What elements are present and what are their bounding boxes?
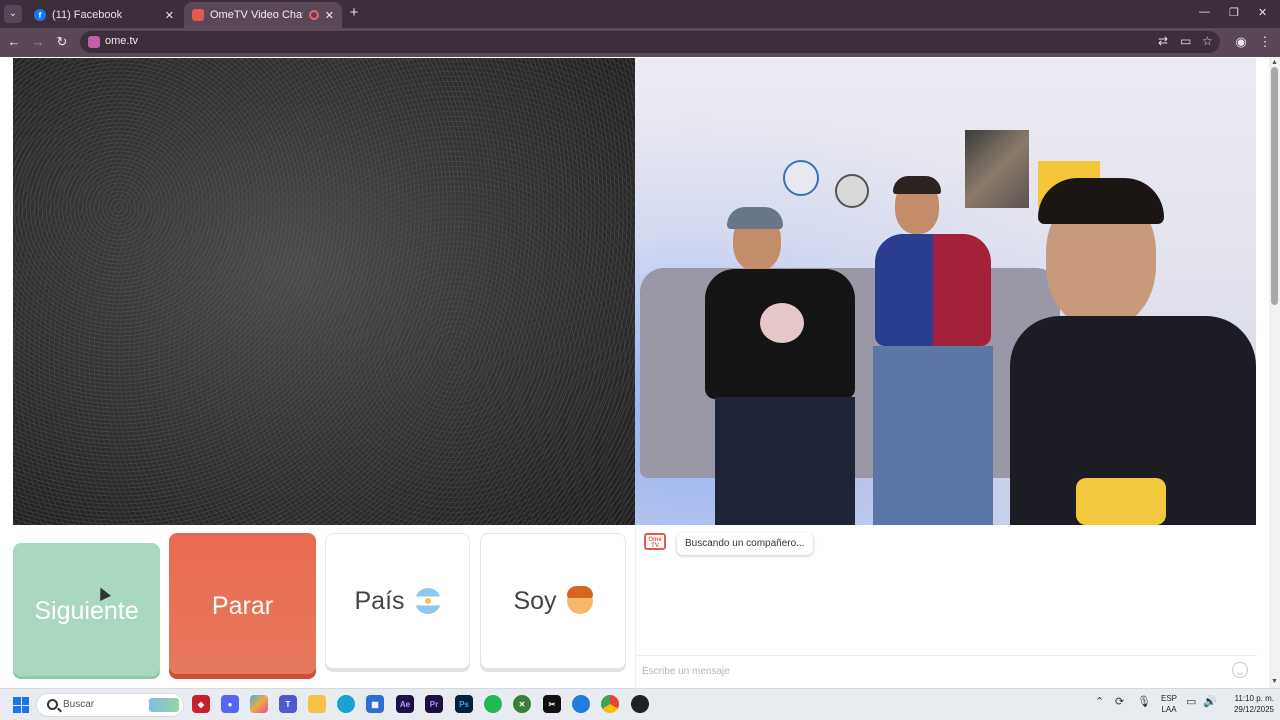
tab-search-chevron-icon[interactable]: ⌄ bbox=[4, 5, 22, 23]
close-tab-icon[interactable]: ✕ bbox=[165, 9, 174, 22]
teams-icon[interactable]: T bbox=[279, 695, 297, 713]
scroll-down-icon[interactable]: ▼ bbox=[1271, 678, 1278, 686]
tab-ometv[interactable]: OmeTV Video Chat — Ome ✕ bbox=[184, 2, 342, 28]
static-noise bbox=[13, 58, 635, 525]
cast-icon[interactable]: ▭ bbox=[1180, 34, 1191, 48]
browser-tab-bar: ⌄ f (11) Facebook ✕ OmeTV Video Chat — O… bbox=[0, 0, 1280, 28]
xbox-icon[interactable]: ✕ bbox=[513, 695, 531, 713]
address-url: ome.tv bbox=[105, 35, 139, 47]
soccer-ball bbox=[835, 174, 869, 208]
partner-video bbox=[13, 58, 635, 525]
message-input[interactable] bbox=[642, 660, 1222, 682]
translate-icon[interactable]: ⇄ bbox=[1158, 34, 1168, 48]
boy-face-icon bbox=[566, 586, 593, 614]
recording-indicator-icon bbox=[308, 10, 319, 20]
capcut-icon[interactable]: ✂ bbox=[543, 695, 561, 713]
forward-arrow-icon[interactable]: → bbox=[30, 34, 46, 50]
edge-icon[interactable] bbox=[337, 695, 355, 713]
sync-icon[interactable]: ⟳ bbox=[1115, 695, 1124, 708]
clock-date: 29/12/2025 bbox=[1233, 705, 1274, 714]
ometv-logo-icon: Ome TV bbox=[644, 533, 666, 550]
tab-facebook[interactable]: f (11) Facebook ✕ bbox=[26, 2, 182, 28]
emoji-icon[interactable] bbox=[1232, 662, 1248, 678]
chat-panel: Ome TV Buscando un compañero... bbox=[635, 525, 1257, 688]
menu-kebab-icon[interactable]: ⋮ bbox=[1257, 34, 1273, 50]
photoshop-icon[interactable]: Ps bbox=[455, 695, 473, 713]
page-scrollbar[interactable]: ▲ ▼ bbox=[1269, 57, 1280, 688]
network-icon[interactable]: ▭ bbox=[1186, 695, 1196, 708]
soccer-ball bbox=[783, 160, 819, 196]
browser-toolbar: ← → ↻ ome.tv ⇄ ▭ ☆ ◉ ⋮ bbox=[0, 28, 1280, 57]
scroll-thumb[interactable] bbox=[1271, 67, 1278, 305]
stop-button[interactable]: Parar bbox=[169, 533, 316, 679]
show-hidden-icons-chevron-icon[interactable]: ⌃ bbox=[1095, 695, 1104, 708]
chrome-icon[interactable] bbox=[601, 695, 619, 713]
taskbar-search[interactable]: Buscar bbox=[36, 693, 184, 717]
next-button-label: Siguiente bbox=[34, 596, 139, 625]
address-bar[interactable]: ome.tv ⇄ ▭ ☆ bbox=[80, 31, 1220, 53]
tab-title: OmeTV Video Chat — Ome bbox=[210, 9, 303, 21]
gender-selector-button[interactable]: Soy bbox=[480, 533, 626, 669]
person-right bbox=[1010, 178, 1256, 525]
person-middle bbox=[873, 176, 993, 525]
back-arrow-icon[interactable]: ← bbox=[6, 34, 22, 50]
language-code: ESP bbox=[1160, 694, 1177, 703]
search-icon bbox=[47, 699, 58, 710]
argentina-flag-icon bbox=[414, 588, 441, 614]
microphone-icon[interactable]: 🎙 bbox=[1137, 695, 1151, 708]
ometv-icon bbox=[192, 9, 204, 21]
clock-time: 11:10 p. m. bbox=[1234, 694, 1274, 703]
keyboard-layout: LAA bbox=[1161, 705, 1177, 714]
after-effects-icon[interactable]: Ae bbox=[396, 695, 414, 713]
taskbar-search-placeholder: Buscar bbox=[63, 699, 95, 710]
message-bar bbox=[636, 655, 1257, 688]
facebook-icon: f bbox=[34, 9, 46, 21]
tab-title: (11) Facebook bbox=[52, 9, 123, 21]
chat-status-message: Buscando un compañero... bbox=[677, 533, 813, 555]
scroll-up-icon[interactable]: ▲ bbox=[1271, 59, 1278, 67]
file-explorer-icon[interactable] bbox=[308, 695, 326, 713]
stop-button-label: Parar bbox=[211, 591, 274, 620]
webcam-video bbox=[635, 58, 1256, 525]
country-button-label: País bbox=[354, 586, 405, 615]
new-tab-button[interactable]: + bbox=[346, 5, 362, 21]
bookmark-star-icon[interactable]: ☆ bbox=[1202, 34, 1213, 48]
windows-start-icon[interactable] bbox=[13, 697, 29, 713]
profile-icon[interactable]: ◉ bbox=[1233, 34, 1249, 50]
app-icon-anydesk[interactable]: ◆ bbox=[192, 695, 210, 713]
ometv-page: Siguiente Parar País Soy Ome TV Buscando… bbox=[0, 57, 1280, 688]
minimize-icon[interactable]: — bbox=[1199, 6, 1210, 18]
ometv-logo-text: Ome TV bbox=[648, 537, 662, 549]
app-icon-notification[interactable] bbox=[631, 695, 649, 713]
taskbar-clock[interactable]: 11:10 p. m. 29/12/2025 bbox=[1222, 693, 1274, 715]
app-icon-blue[interactable] bbox=[572, 695, 590, 713]
site-info-icon[interactable] bbox=[88, 36, 100, 48]
premiere-icon[interactable]: Pr bbox=[425, 695, 443, 713]
close-window-icon[interactable]: ✕ bbox=[1258, 6, 1267, 19]
language-indicator[interactable]: ESP LAA bbox=[1158, 693, 1180, 715]
gender-button-label: Soy bbox=[513, 586, 557, 615]
search-highlight-icon bbox=[149, 698, 179, 712]
restore-icon[interactable]: ❐ bbox=[1229, 6, 1239, 19]
windows-taskbar: Buscar ◆ ● T ▦ Ae Pr Ps ✕ ✂ ⌃ ⟳ 🎙 ESP LA… bbox=[0, 688, 1280, 720]
spotify-icon[interactable] bbox=[484, 695, 502, 713]
next-button[interactable]: Siguiente bbox=[13, 543, 160, 679]
store-icon[interactable]: ▦ bbox=[366, 695, 384, 713]
close-tab-icon[interactable]: ✕ bbox=[325, 9, 334, 22]
person-left bbox=[705, 207, 865, 525]
discord-icon[interactable]: ● bbox=[221, 695, 239, 713]
reload-icon[interactable]: ↻ bbox=[54, 34, 70, 50]
copilot-icon[interactable] bbox=[250, 695, 268, 713]
country-selector-button[interactable]: País bbox=[325, 533, 470, 669]
volume-icon[interactable]: 🔊 bbox=[1203, 695, 1217, 708]
